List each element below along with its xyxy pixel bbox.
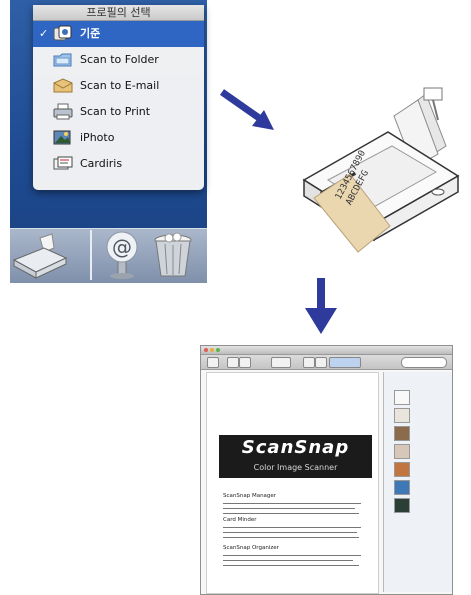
iphoto-icon <box>53 130 71 145</box>
mail-icon <box>53 78 73 93</box>
page-thumbnail[interactable] <box>394 426 410 441</box>
document-viewer-window: ScanSnap Color Image Scanner ScanSnap Ma… <box>200 345 453 595</box>
profile-menu: 프로필의 선택 ✓ 기준 Scan to Folder Scan to E-ma… <box>33 5 204 190</box>
banner-title: ScanSnap <box>241 437 350 458</box>
section-label-scansnap-manager: ScanSnap Manager <box>223 493 277 499</box>
window-toolbar <box>201 355 452 370</box>
menu-item-label: Scan to Folder <box>80 53 159 66</box>
window-titlebar <box>201 346 452 355</box>
trash-icon[interactable] <box>149 232 197 280</box>
text-line <box>223 513 359 514</box>
paper-guide-icon <box>423 87 443 101</box>
menu-item-scan-to-email[interactable]: Scan to E-mail <box>33 73 204 99</box>
scansnap-banner: ScanSnap Color Image Scanner <box>219 435 372 478</box>
menu-item-cardiris[interactable]: Cardiris <box>33 151 204 177</box>
at-symbol: @ <box>112 235 132 259</box>
search-field[interactable] <box>401 357 447 368</box>
standard-profile-icon <box>53 25 72 41</box>
printer-icon <box>53 103 73 120</box>
close-window-icon[interactable] <box>204 348 208 352</box>
page-thumbnail[interactable] <box>394 480 410 495</box>
back-forward-button[interactable] <box>271 357 291 368</box>
cardiris-icon <box>53 156 73 170</box>
page-thumbnail[interactable] <box>394 390 410 405</box>
previous-page-button[interactable] <box>227 357 239 368</box>
zoom-out-button[interactable] <box>303 357 315 368</box>
document-page: ScanSnap Color Image Scanner ScanSnap Ma… <box>206 372 379 594</box>
text-line <box>223 560 353 561</box>
zoom-in-button[interactable] <box>315 357 327 368</box>
banner-subtitle: Color Image Scanner <box>253 463 338 472</box>
menu-item-label: iPhoto <box>80 131 115 144</box>
text-line <box>223 532 357 533</box>
text-line <box>223 555 361 556</box>
zoom-window-icon[interactable] <box>216 348 220 352</box>
tool-mode-button[interactable] <box>329 357 361 368</box>
minimize-window-icon[interactable] <box>210 348 214 352</box>
next-page-button[interactable] <box>239 357 251 368</box>
page-thumbnail[interactable] <box>394 408 410 423</box>
arrow-down-right-icon <box>219 89 274 130</box>
check-mark-icon: ✓ <box>39 27 49 40</box>
menu-item-label: Scan to E-mail <box>80 79 160 92</box>
page-thumbnail[interactable] <box>394 498 410 513</box>
menu-item-label: 기준 <box>80 27 101 40</box>
text-line <box>223 537 359 538</box>
drawer-button[interactable] <box>207 357 219 368</box>
arrow-down-icon <box>305 278 337 334</box>
mail-at-icon[interactable]: @ <box>100 230 144 280</box>
dock-separator <box>90 230 92 280</box>
menu-item-standard[interactable]: ✓ 기준 <box>33 21 204 47</box>
page-thumbnails-sidebar <box>383 372 452 592</box>
scanner-illustration: 1234567890 ABCDEFG <box>302 87 460 253</box>
menu-item-scan-to-folder[interactable]: Scan to Folder <box>33 47 204 73</box>
section-label-scansnap-organizer: ScanSnap Organizer <box>223 545 279 551</box>
text-line <box>223 508 355 509</box>
menu-item-scan-to-print[interactable]: Scan to Print <box>33 99 204 125</box>
page-thumbnail[interactable] <box>394 444 410 459</box>
section-label-card-minder: Card Minder <box>223 517 257 523</box>
menu-item-label: Scan to Print <box>80 105 151 118</box>
page-thumbnail[interactable] <box>394 462 410 477</box>
menu-item-label: Cardiris <box>80 157 123 170</box>
scanner-icon[interactable] <box>10 232 70 280</box>
profile-menu-title: 프로필의 선택 <box>33 5 204 21</box>
text-line <box>223 503 361 504</box>
menu-item-iphoto[interactable]: iPhoto <box>33 125 204 151</box>
text-line <box>223 565 359 566</box>
folder-icon <box>53 53 72 67</box>
text-line <box>223 527 361 528</box>
